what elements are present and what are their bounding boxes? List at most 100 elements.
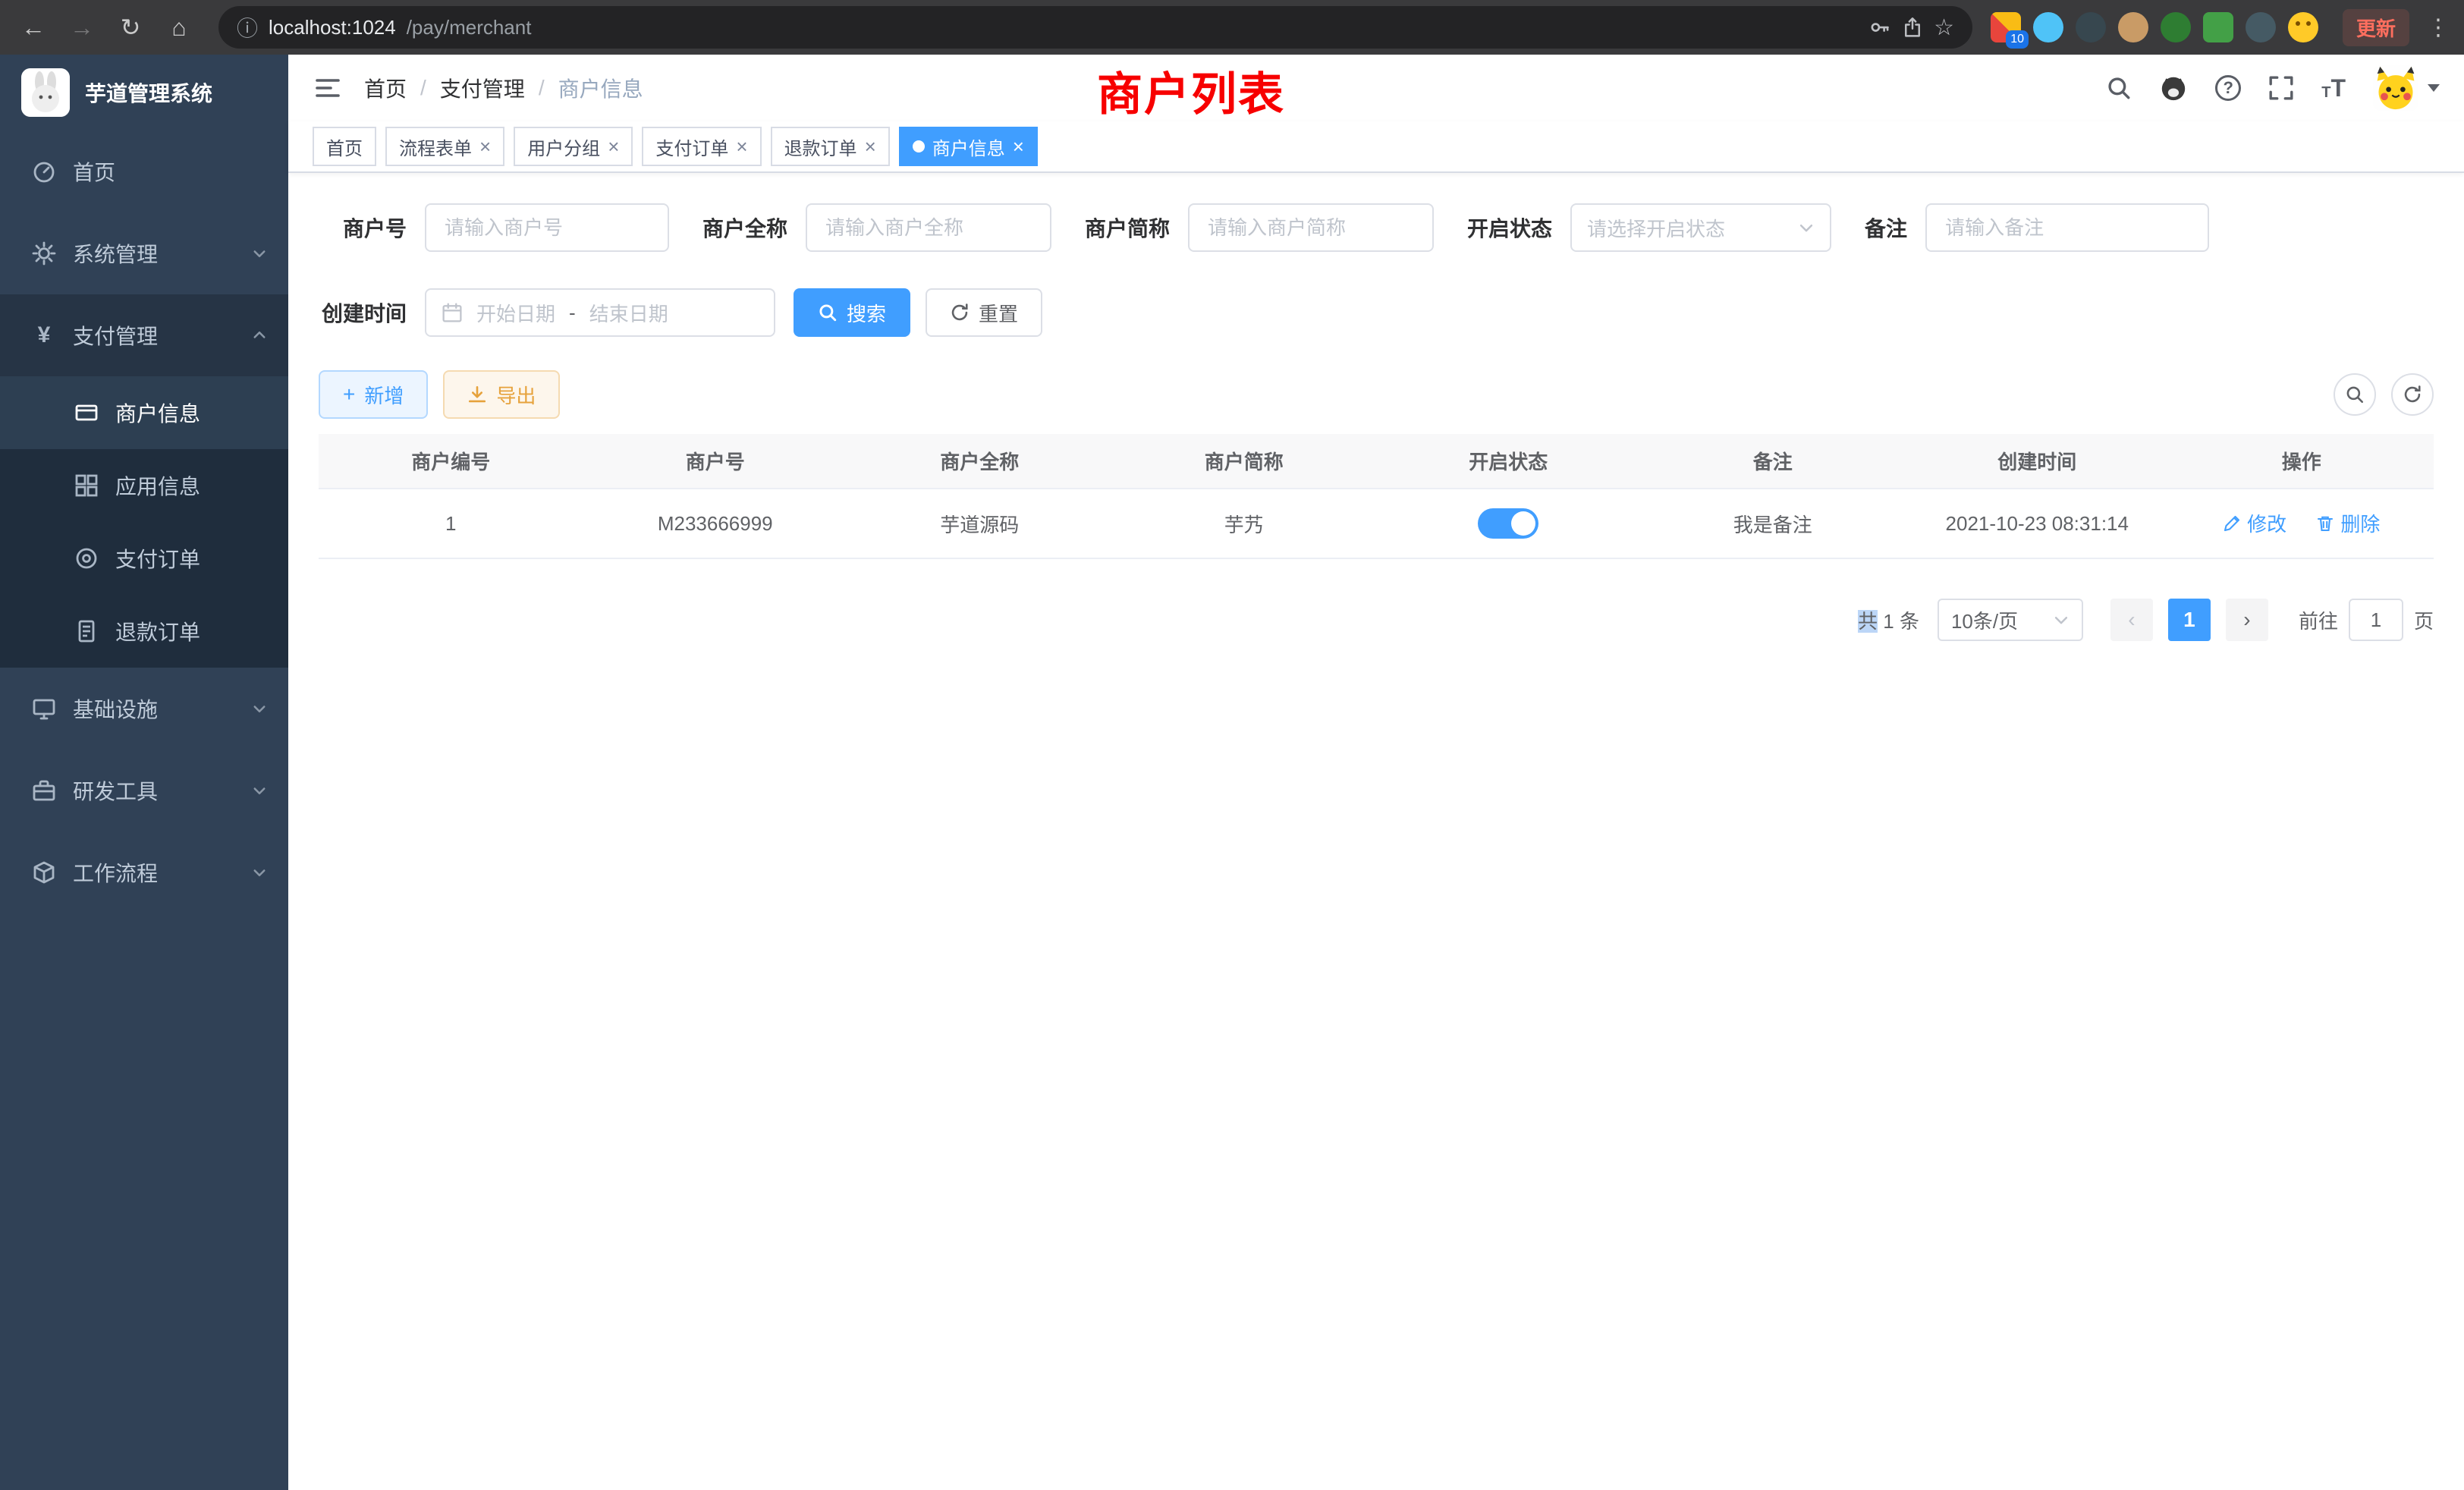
add-button-label: 新增 — [364, 381, 404, 409]
col-merchant-id: 商户编号 — [319, 434, 583, 489]
status-toggle[interactable] — [1478, 508, 1538, 539]
tab-payment-orders[interactable]: 支付订单 × — [642, 127, 761, 166]
refresh-button[interactable] — [2391, 373, 2434, 416]
avatar-extension-icon[interactable] — [2118, 12, 2148, 42]
user-menu[interactable] — [2373, 65, 2440, 111]
monitor-icon — [30, 696, 58, 721]
rabbit-logo-icon — [21, 68, 70, 117]
tab-close-icon[interactable]: × — [608, 137, 619, 156]
sidebar-item-system[interactable]: 系统管理 — [0, 212, 288, 294]
browser-home-icon[interactable]: ⌂ — [158, 6, 200, 49]
top-navbar: 首页 / 支付管理 / 商户信息 商户列表 ? — [288, 55, 2464, 121]
col-create-time: 创建时间 — [1905, 434, 2170, 489]
remark-input[interactable] — [1925, 203, 2209, 252]
add-button[interactable]: + 新增 — [319, 370, 428, 419]
sidebar-logo[interactable]: 芋道管理系统 — [0, 55, 288, 130]
sidebar-item-devtools[interactable]: 研发工具 — [0, 750, 288, 831]
pinwheel-icon[interactable] — [2246, 12, 2276, 42]
bookmark-star-icon[interactable]: ☆ — [1934, 14, 1954, 41]
tab-process-form[interactable]: 流程表单 × — [385, 127, 504, 166]
cell-status — [1376, 489, 1641, 558]
sidebar-item-label: 应用信息 — [115, 470, 267, 501]
short-name-input[interactable] — [1188, 203, 1434, 252]
browser-menu-icon[interactable]: ⋮ — [2425, 14, 2452, 41]
browser-toolbar: ← → ↻ ⌂ ⓘ localhost:1024/pay/merchant ☆ … — [0, 0, 2464, 55]
next-page-button[interactable]: › — [2226, 599, 2268, 641]
smiley-icon[interactable] — [2288, 12, 2318, 42]
password-key-icon[interactable] — [1868, 16, 1891, 39]
edit-label: 修改 — [2247, 509, 2286, 537]
tab-close-icon[interactable]: × — [479, 137, 491, 156]
goto-page-input[interactable] — [2349, 599, 2403, 641]
page-size-select[interactable]: 10条/页 — [1938, 599, 2083, 641]
site-info-icon[interactable]: ⓘ — [237, 12, 258, 42]
status-select[interactable]: 请选择开启状态 — [1570, 203, 1831, 252]
cell-create-time: 2021-10-23 08:31:14 — [1905, 489, 2170, 558]
tab-refund-orders[interactable]: 退款订单 × — [771, 127, 890, 166]
table-toolbar: + 新增 导出 — [319, 370, 2434, 419]
hamburger-icon[interactable] — [313, 73, 343, 103]
show-search-toggle-button[interactable] — [2334, 373, 2376, 416]
chrome-update-button[interactable]: 更新 — [2343, 9, 2409, 46]
search-button-label: 搜索 — [847, 299, 886, 327]
pagination: 共 1 条 10条/页 ‹ 1 › 前往 — [319, 599, 2434, 641]
prev-page-button[interactable]: ‹ — [2110, 599, 2153, 641]
sidebar-item-merchant-info[interactable]: 商户信息 — [0, 376, 288, 449]
reset-button[interactable]: 重置 — [926, 288, 1042, 337]
breadcrumb-home[interactable]: 首页 — [364, 73, 407, 103]
cell-merchant-no: M233666999 — [583, 489, 848, 558]
status-placeholder: 请选择开启状态 — [1587, 214, 1725, 242]
export-button[interactable]: 导出 — [443, 370, 560, 419]
font-size-icon[interactable]: TT — [2321, 76, 2346, 100]
apps-grid-icon[interactable]: 10 — [1991, 12, 2021, 42]
sidebar-item-app-info[interactable]: 应用信息 — [0, 449, 288, 522]
start-date-placeholder: 开始日期 — [476, 299, 555, 327]
tab-close-icon[interactable]: × — [865, 137, 876, 156]
full-name-label: 商户全称 — [702, 212, 787, 243]
share-icon[interactable] — [1902, 16, 1923, 39]
sidebar-item-refund-orders[interactable]: 退款订单 — [0, 595, 288, 668]
tab-merchant-info[interactable]: 商户信息 × — [899, 127, 1038, 166]
browser-forward-icon[interactable]: → — [61, 6, 103, 49]
tab-user-group[interactable]: 用户分组 × — [514, 127, 633, 166]
sidebar-item-payment[interactable]: ¥ 支付管理 — [0, 294, 288, 376]
search-button[interactable]: 搜索 — [794, 288, 910, 337]
breadcrumb-payment[interactable]: 支付管理 — [440, 73, 525, 103]
edit-link[interactable]: 修改 — [2223, 509, 2286, 537]
chevron-up-icon — [252, 328, 267, 343]
notes-icon[interactable] — [2203, 12, 2233, 42]
user-avatar[interactable] — [2373, 65, 2418, 111]
page-1-button[interactable]: 1 — [2168, 599, 2211, 641]
fullscreen-icon[interactable] — [2268, 75, 2294, 101]
create-time-range-picker[interactable]: 开始日期 - 结束日期 — [425, 288, 775, 337]
search-icon[interactable] — [2106, 75, 2132, 101]
end-date-placeholder: 结束日期 — [589, 299, 668, 327]
tab-close-icon[interactable]: × — [1013, 137, 1024, 156]
delete-link[interactable]: 删除 — [2316, 509, 2380, 537]
merchant-no-input[interactable] — [425, 203, 669, 252]
sidebar-item-home[interactable]: 首页 — [0, 130, 288, 212]
dark-circle-icon[interactable] — [2076, 12, 2106, 42]
plus-icon: + — [343, 382, 355, 407]
filter-row-1: 商户号 商户全称 商户简称 开启状态 请选择开启状态 — [319, 203, 2434, 252]
sidebar-item-infra[interactable]: 基础设施 — [0, 668, 288, 750]
breadcrumb-separator: / — [539, 76, 545, 100]
address-bar[interactable]: ⓘ localhost:1024/pay/merchant ☆ — [218, 6, 1972, 49]
breadcrumb-current: 商户信息 — [558, 73, 643, 103]
url-host: localhost:1024 — [269, 16, 396, 39]
browser-reload-icon[interactable]: ↻ — [109, 6, 152, 49]
sidebar-item-workflow[interactable]: 工作流程 — [0, 831, 288, 913]
help-icon[interactable]: ? — [2215, 75, 2241, 101]
tab-home[interactable]: 首页 — [313, 127, 376, 166]
check-circle-icon[interactable] — [2161, 12, 2191, 42]
table-header-row: 商户编号 商户号 商户全称 商户简称 开启状态 备注 创建时间 操作 — [319, 434, 2434, 489]
full-name-input[interactable] — [806, 203, 1051, 252]
sidebar-item-payment-orders[interactable]: 支付订单 — [0, 522, 288, 595]
drop-icon[interactable] — [2033, 12, 2063, 42]
github-icon[interactable] — [2159, 74, 2188, 102]
goto-page: 前往 页 — [2299, 599, 2434, 641]
tab-close-icon[interactable]: × — [736, 137, 747, 156]
sidebar-item-label: 系统管理 — [73, 238, 237, 269]
payment-submenu: 商户信息 应用信息 支付订单 — [0, 376, 288, 668]
browser-back-icon[interactable]: ← — [12, 6, 55, 49]
